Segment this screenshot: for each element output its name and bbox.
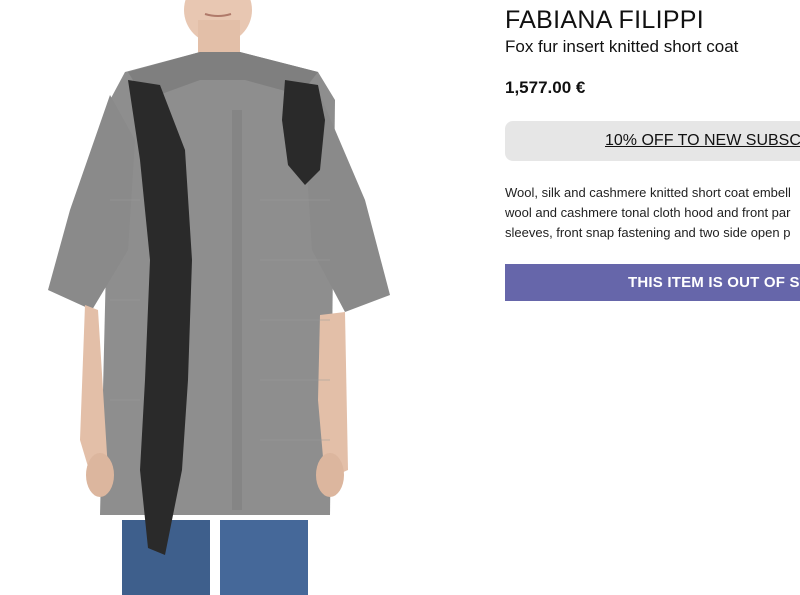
product-name: Fox fur insert knitted short coat: [505, 37, 739, 56]
product-page: FABIANA FILIPPI Fox fur insert knitted s…: [0, 0, 800, 595]
product-image: [0, 0, 440, 595]
product-price: 1,577.00 €: [505, 78, 586, 97]
promo-subscribe-banner[interactable]: 10% OFF TO NEW SUBSCR: [505, 121, 800, 161]
out-of-stock-banner: THIS ITEM IS OUT OF STO: [505, 264, 800, 301]
product-description: Wool, silk and cashmere knitted short co…: [505, 183, 800, 243]
product-info: FABIANA FILIPPI Fox fur insert knitted s…: [505, 0, 800, 595]
product-brand[interactable]: FABIANA FILIPPI: [505, 6, 704, 35]
description-line: Wool, silk and cashmere knitted short co…: [505, 185, 791, 200]
description-line: sleeves, front snap fastening and two si…: [505, 225, 791, 240]
description-line: wool and cashmere tonal cloth hood and f…: [505, 205, 791, 220]
